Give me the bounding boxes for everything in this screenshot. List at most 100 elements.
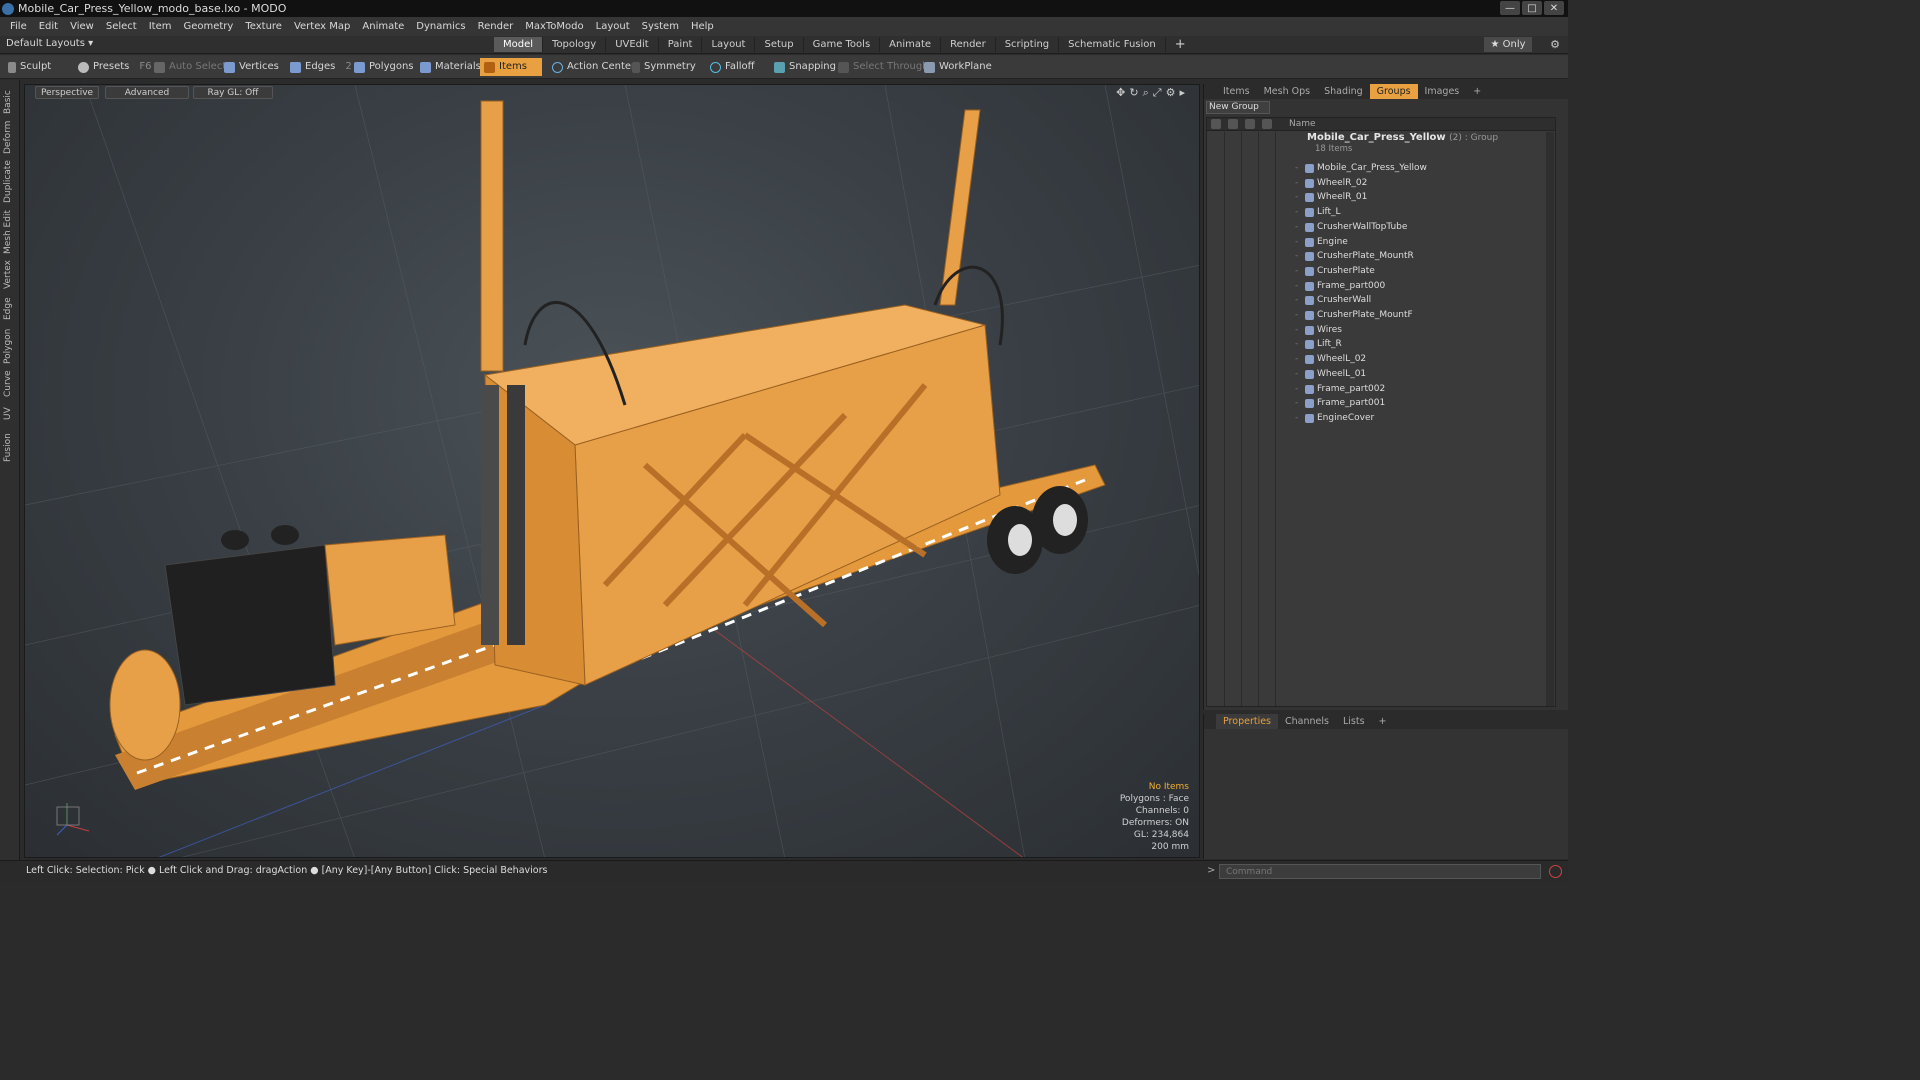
list-item[interactable]: - WheelR_02: [1207, 176, 1555, 191]
gear-icon[interactable]: ⚙: [1550, 38, 1560, 51]
default-layouts-dropdown[interactable]: Default Layouts ▾: [6, 38, 93, 49]
list-item[interactable]: - Mobile_Car_Press_Yellow: [1207, 161, 1555, 176]
menu-layout[interactable]: Layout: [590, 21, 636, 32]
list-item[interactable]: - CrusherWall: [1207, 293, 1555, 308]
group-row[interactable]: Mobile_Car_Press_Yellow (2) : Group 18 I…: [1207, 132, 1555, 156]
menu-render[interactable]: Render: [472, 21, 520, 32]
tab-groups[interactable]: Groups: [1369, 84, 1418, 99]
tab-channels[interactable]: Channels: [1278, 714, 1336, 729]
tab-layout[interactable]: Layout: [702, 37, 756, 52]
tab-images[interactable]: Images: [1418, 84, 1467, 99]
list-item[interactable]: - CrusherWallTopTube: [1207, 220, 1555, 235]
close-button[interactable]: ✕: [1544, 1, 1564, 15]
tab-fusion[interactable]: Fusion: [3, 432, 17, 464]
menu-file[interactable]: File: [4, 21, 33, 32]
add-tab-button[interactable]: +: [1166, 37, 1195, 52]
visibility-column-icon[interactable]: [1211, 119, 1221, 129]
list-item[interactable]: - WheelL_01: [1207, 367, 1555, 382]
tab-topology[interactable]: Topology: [543, 37, 607, 52]
select-through-button[interactable]: Select Through: [834, 58, 934, 76]
falloff-button[interactable]: Falloff: [706, 58, 760, 76]
tab-uv[interactable]: UV: [3, 404, 17, 424]
tab-shading[interactable]: Shading: [1317, 84, 1370, 99]
add-properties-tab-button[interactable]: +: [1372, 714, 1394, 729]
view-mode-dropdown[interactable]: Perspective: [35, 86, 99, 99]
menu-edit[interactable]: Edit: [33, 21, 64, 32]
action-center-button[interactable]: Action Center: [548, 58, 640, 76]
materials-button[interactable]: Materials: [416, 58, 486, 76]
zoom-icon[interactable]: ⌕: [1143, 86, 1149, 100]
items-button[interactable]: Items: [480, 58, 542, 76]
record-icon[interactable]: [1549, 865, 1562, 878]
tab-lists[interactable]: Lists: [1336, 714, 1372, 729]
tab-deform[interactable]: Deform: [3, 120, 17, 154]
name-column-header[interactable]: Name: [1289, 118, 1316, 131]
list-item[interactable]: - Frame_part001: [1207, 396, 1555, 411]
menu-system[interactable]: System: [636, 21, 685, 32]
tab-properties[interactable]: Properties: [1216, 714, 1279, 729]
list-item[interactable]: - Lift_R: [1207, 337, 1555, 352]
tab-items[interactable]: Items: [1216, 84, 1257, 99]
list-item[interactable]: - Frame_part002: [1207, 382, 1555, 397]
list-item[interactable]: - Lift_L: [1207, 205, 1555, 220]
tab-edge[interactable]: Edge: [3, 296, 17, 322]
select-column-icon[interactable]: [1262, 119, 1272, 129]
list-item[interactable]: - Frame_part000: [1207, 279, 1555, 294]
workplane-button[interactable]: WorkPlane: [920, 58, 997, 76]
polygons-button[interactable]: Polygons: [350, 58, 419, 76]
menu-maxtomodo[interactable]: MaxToModo: [519, 21, 589, 32]
tab-mesh-ops[interactable]: Mesh Ops: [1257, 84, 1318, 99]
tab-render[interactable]: Render: [941, 37, 996, 52]
tab-vertex[interactable]: Vertex: [3, 260, 17, 290]
sculpt-button[interactable]: Sculpt: [4, 58, 56, 76]
tab-curve[interactable]: Curve: [3, 370, 17, 398]
menu-select[interactable]: Select: [100, 21, 143, 32]
menu-item[interactable]: Item: [143, 21, 178, 32]
tab-duplicate[interactable]: Duplicate: [3, 160, 17, 204]
shading-dropdown[interactable]: Advanced: [105, 86, 189, 99]
symmetry-button[interactable]: Symmetry: [628, 58, 701, 76]
tab-scripting[interactable]: Scripting: [996, 37, 1060, 52]
viewport-settings-icon[interactable]: ⚙: [1166, 86, 1176, 100]
edges-button[interactable]: Edges 2: [286, 58, 357, 76]
add-panel-tab-button[interactable]: +: [1466, 84, 1488, 99]
maximize-button[interactable]: □: [1522, 1, 1542, 15]
3d-viewport[interactable]: Perspective Advanced Ray GL: Off ✥ ↻ ⌕ ⤢…: [24, 84, 1200, 858]
list-item[interactable]: - Engine: [1207, 235, 1555, 250]
menu-vertex-map[interactable]: Vertex Map: [288, 21, 356, 32]
list-item[interactable]: - CrusherPlate_MountF: [1207, 308, 1555, 323]
pan-icon[interactable]: ✥: [1116, 86, 1125, 100]
viewport-menu-icon[interactable]: ▸: [1179, 86, 1185, 100]
list-item[interactable]: - CrusherPlate: [1207, 264, 1555, 279]
menu-texture[interactable]: Texture: [239, 21, 288, 32]
list-item[interactable]: - CrusherPlate_MountR: [1207, 249, 1555, 264]
only-toggle[interactable]: ★ Only: [1484, 37, 1532, 52]
menu-help[interactable]: Help: [685, 21, 720, 32]
new-group-button[interactable]: New Group: [1206, 101, 1270, 114]
menu-animate[interactable]: Animate: [356, 21, 410, 32]
tab-polygon[interactable]: Polygon: [3, 328, 17, 364]
minimize-button[interactable]: —: [1500, 1, 1520, 15]
list-item[interactable]: - WheelR_01: [1207, 190, 1555, 205]
menu-view[interactable]: View: [64, 21, 100, 32]
tab-animate[interactable]: Animate: [880, 37, 942, 52]
list-item[interactable]: - Wires: [1207, 323, 1555, 338]
list-scrollbar[interactable]: [1546, 132, 1554, 706]
tab-model[interactable]: Model: [494, 37, 544, 52]
raygl-toggle[interactable]: Ray GL: Off: [193, 86, 273, 99]
tab-uvedit[interactable]: UVEdit: [606, 37, 659, 52]
list-item[interactable]: - EngineCover: [1207, 411, 1555, 426]
tab-mesh-edit[interactable]: Mesh Edit: [3, 210, 17, 254]
list-item[interactable]: - WheelL_02: [1207, 352, 1555, 367]
lock-column-icon[interactable]: [1245, 119, 1255, 129]
tab-game-tools[interactable]: Game Tools: [804, 37, 881, 52]
snapping-button[interactable]: Snapping: [770, 58, 841, 76]
tab-basic[interactable]: Basic: [3, 88, 17, 116]
command-input[interactable]: [1219, 864, 1541, 879]
fit-icon[interactable]: ⤢: [1153, 86, 1162, 100]
rotate-icon[interactable]: ↻: [1129, 86, 1138, 100]
menu-dynamics[interactable]: Dynamics: [410, 21, 471, 32]
render-column-icon[interactable]: [1228, 119, 1238, 129]
menu-geometry[interactable]: Geometry: [177, 21, 239, 32]
tab-paint[interactable]: Paint: [659, 37, 703, 52]
